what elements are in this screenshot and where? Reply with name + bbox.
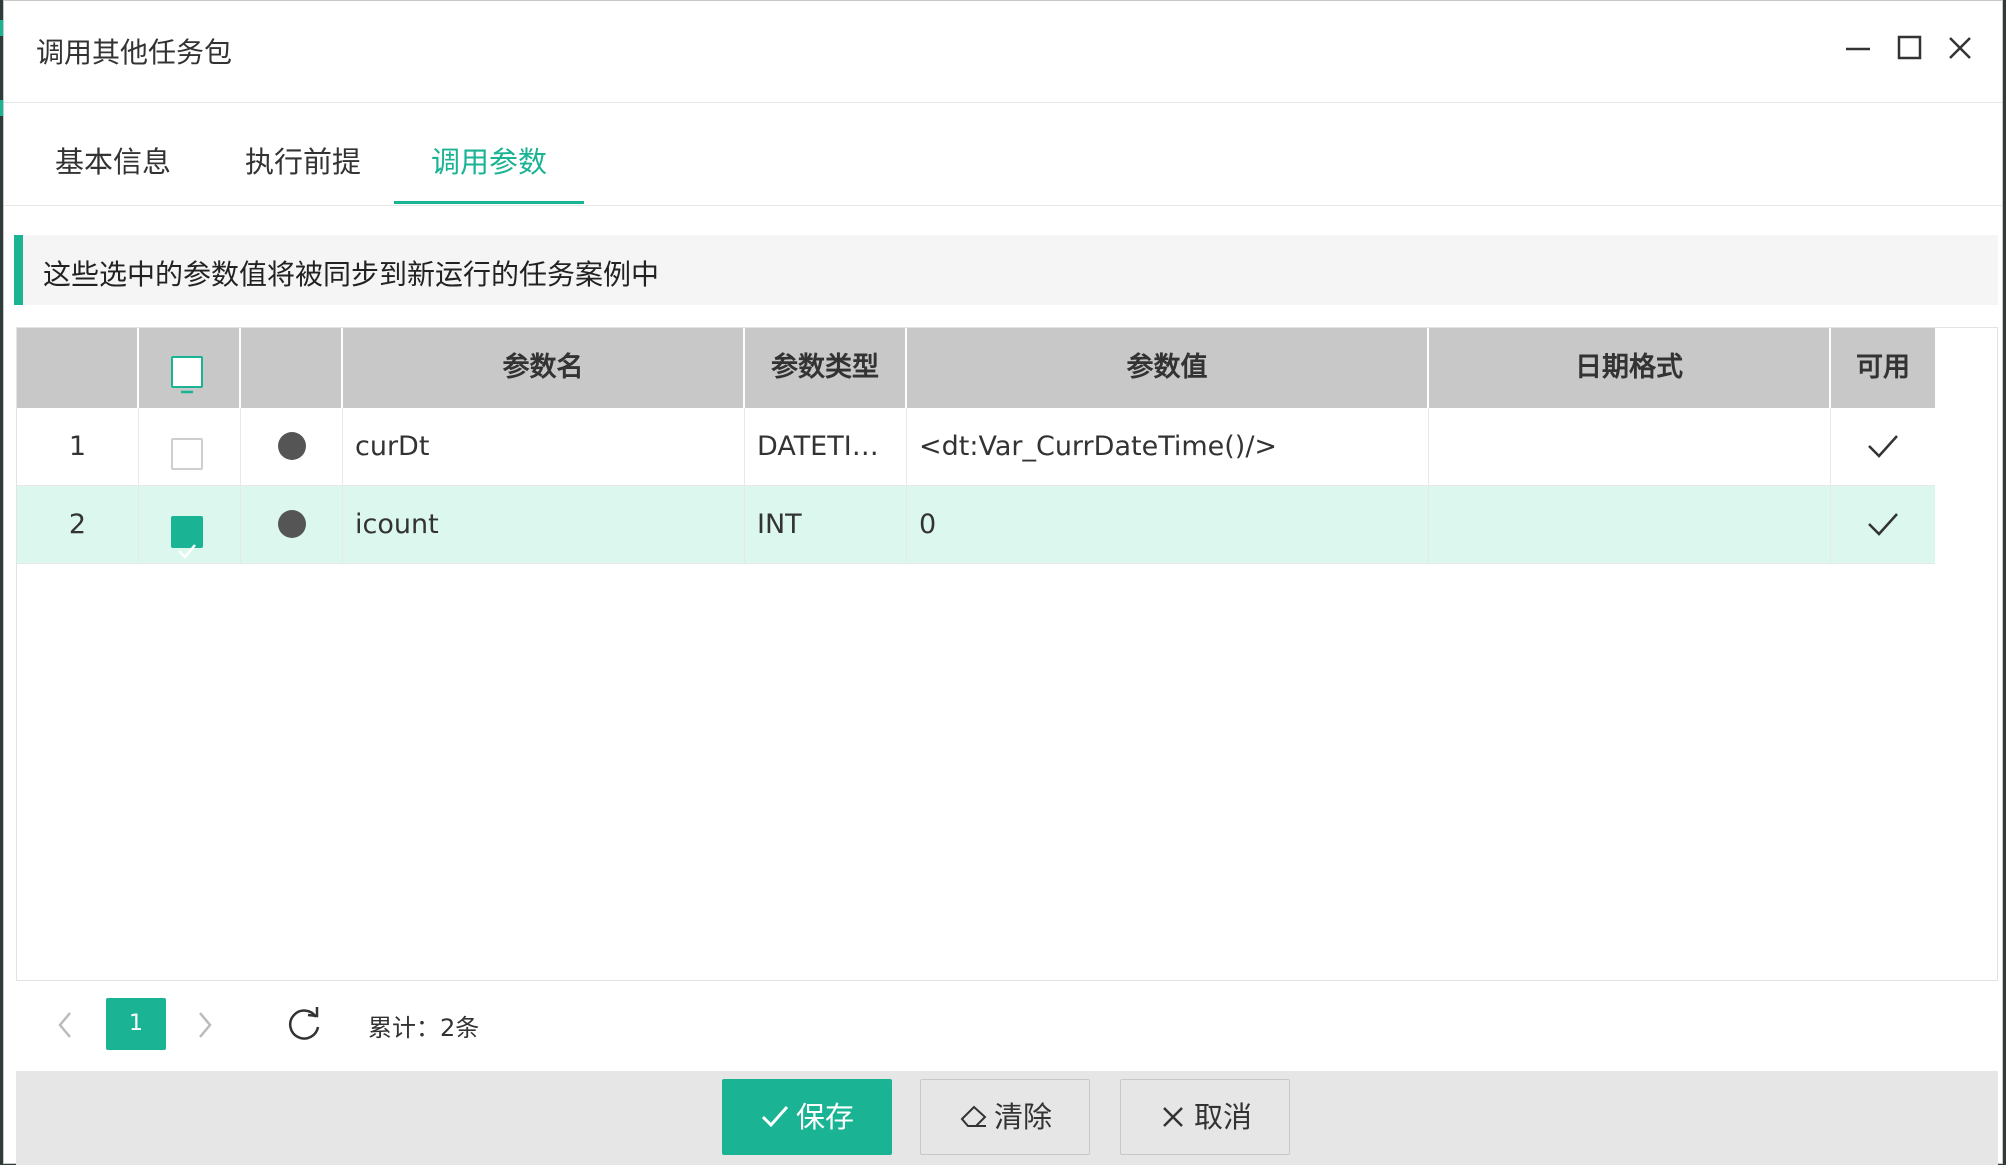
check-icon [761, 1106, 789, 1128]
tab-bar: 基本信息 执行前提 调用参数 [4, 103, 2002, 206]
row-enabled[interactable] [1831, 486, 1935, 563]
refresh-button[interactable] [284, 1003, 324, 1047]
check-icon [178, 544, 196, 559]
maximize-button[interactable] [1890, 27, 1930, 67]
save-button[interactable]: 保存 [722, 1079, 892, 1155]
minimize-button[interactable] [1838, 27, 1878, 67]
select-all-checkbox[interactable] [171, 356, 203, 394]
table-header-row: 参数名 参数类型 参数值 日期格式 可用 [17, 328, 1935, 408]
check-icon [1868, 513, 1898, 536]
row-select-cell [139, 486, 241, 563]
row-date-format[interactable] [1429, 486, 1831, 563]
next-page-button[interactable] [192, 1007, 218, 1047]
header-select-all [139, 328, 241, 408]
table-row[interactable]: 1 curDt DATETI… <dt:Var_CurrDateTime()/> [17, 408, 1935, 486]
title-bar: 调用其他任务包 [4, 1, 2002, 103]
chevron-right-icon [199, 1012, 212, 1038]
status-dot-icon [278, 432, 306, 460]
window-title: 调用其他任务包 [36, 36, 233, 69]
clear-label: 清除 [993, 1100, 1052, 1134]
status-dot-icon [278, 510, 306, 538]
header-param-name[interactable]: 参数名 [343, 328, 745, 408]
close-button[interactable] [1940, 27, 1980, 67]
refresh-icon [289, 1007, 320, 1040]
page-1-button[interactable]: 1 [106, 998, 166, 1050]
parameter-table: 参数名 参数类型 参数值 日期格式 可用 1 curDt DATETI… <dt… [16, 327, 1998, 981]
cancel-button[interactable]: 取消 [1120, 1079, 1290, 1155]
save-label: 保存 [795, 1100, 854, 1134]
tab-preconditions[interactable]: 执行前提 [208, 103, 398, 204]
row-checkbox[interactable] [171, 438, 203, 470]
row-enabled[interactable] [1831, 408, 1935, 485]
tab-basic-info[interactable]: 基本信息 [18, 103, 208, 204]
chevron-left-icon [58, 1012, 71, 1038]
row-status-cell [241, 408, 343, 485]
row-param-type[interactable]: INT [745, 486, 907, 563]
tab-call-parameters[interactable]: 调用参数 [394, 103, 584, 204]
check-icon [1868, 435, 1898, 458]
dialog-footer: 保存 清除 取消 [16, 1071, 1998, 1165]
maximize-icon [1897, 35, 1922, 60]
row-param-type[interactable]: DATETI… [745, 408, 907, 485]
minimize-icon [1846, 47, 1870, 51]
eraser-icon [960, 1105, 987, 1127]
row-index: 1 [17, 408, 139, 485]
total-count: 累计：2条 [368, 1014, 480, 1042]
row-select-cell [139, 408, 241, 485]
cancel-label: 取消 [1193, 1100, 1252, 1134]
header-index [17, 328, 139, 408]
header-enabled[interactable]: 可用 [1831, 328, 1935, 408]
close-icon [1949, 37, 1971, 59]
prev-page-button[interactable] [52, 1007, 78, 1047]
close-icon [1163, 1107, 1183, 1127]
row-param-value[interactable]: 0 [907, 486, 1429, 563]
header-status [241, 328, 343, 408]
clear-button[interactable]: 清除 [920, 1079, 1090, 1155]
info-banner: 这些选中的参数值将被同步到新运行的任务案例中 [14, 235, 1998, 305]
pagination-bar: 1 累计：2条 [16, 981, 1998, 1071]
header-date-format[interactable]: 日期格式 [1429, 328, 1831, 408]
header-param-value[interactable]: 参数值 [907, 328, 1429, 408]
row-status-cell [241, 486, 343, 563]
row-index: 2 [17, 486, 139, 563]
info-text: 这些选中的参数值将被同步到新运行的任务案例中 [43, 258, 660, 291]
row-param-value[interactable]: <dt:Var_CurrDateTime()/> [907, 408, 1429, 485]
dialog-window: 调用其他任务包 基本信息 执行前提 调用参数 这些选中的参数值将被同步到新运行的… [3, 0, 2003, 1165]
row-param-name[interactable]: curDt [343, 408, 745, 485]
row-param-name[interactable]: icount [343, 486, 745, 563]
row-date-format[interactable] [1429, 408, 1831, 485]
header-param-type[interactable]: 参数类型 [745, 328, 907, 408]
indeterminate-icon [181, 390, 193, 394]
row-checkbox[interactable] [171, 516, 203, 559]
table-row[interactable]: 2 icount INT 0 [17, 486, 1935, 564]
